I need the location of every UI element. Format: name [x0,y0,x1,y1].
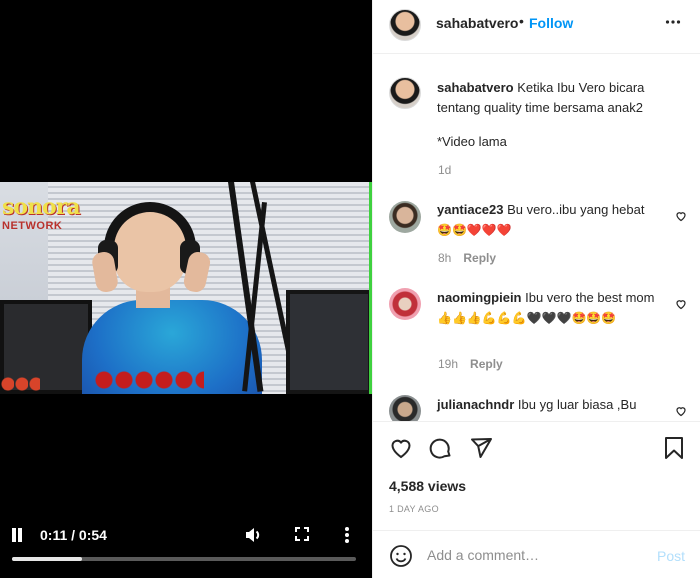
fruit-bowl [94,368,204,394]
view-count[interactable]: 4,588 views [389,478,466,494]
like-comment-icon[interactable] [675,404,687,417]
comment-username[interactable]: julianachndr [437,397,514,412]
caption-age: 1d [438,163,452,177]
time-display: 0:11 / 0:54 [40,527,107,543]
follow-button[interactable]: Follow [529,15,573,31]
comment-meta: 8h Reply [438,251,496,265]
fruit-bowl-left [0,374,40,394]
post-header: sahabatvero • Follow [373,0,700,54]
list-item: julianachndr Ibu yg luar biasa ,Bu [437,395,665,415]
monitor-right [286,290,372,394]
comment-avatar-naomingpiein[interactable] [389,288,421,320]
comment-emojis: 🤩🤩❤️❤️❤️ [437,223,512,237]
comments-list[interactable]: sahabatvero Ketika Ibu Vero bicara tenta… [373,55,700,421]
volume-icon[interactable] [244,526,262,549]
comment-age: 8h [438,251,452,265]
video-frame[interactable]: sonora NETWORK [0,182,372,394]
video-controls: 0:11 / 0:54 [0,520,372,578]
comment-meta: 19h Reply [438,357,503,371]
post-actions: 4,588 views 1 DAY AGO [373,421,700,530]
comment-emojis: 👍👍👍💪💪💪🖤🖤🖤🤩🤩🤩 [437,311,617,325]
reply-button[interactable]: Reply [470,357,503,371]
comment-username[interactable]: yantiace23 [437,202,504,217]
post-date: 1 DAY AGO [389,504,439,514]
comment-input[interactable] [427,547,647,563]
reply-button[interactable]: Reply [463,251,496,265]
caption-note: *Video lama [437,134,507,149]
person-head [114,212,186,292]
video-player[interactable]: sonora NETWORK 0:11 / 0:54 [0,0,372,578]
list-item: yantiace23 Bu vero..ibu yang hebat 🤩🤩❤️❤… [437,200,657,240]
caption-username[interactable]: sahabatvero [437,80,514,95]
caption-block: sahabatvero Ketika Ibu Vero bicara tenta… [437,78,687,152]
bookmark-icon[interactable] [663,436,685,465]
more-horizontal-icon[interactable] [665,10,681,36]
logo-sub-text: NETWORK [2,220,63,232]
comment-bubble-icon[interactable] [429,436,453,465]
header-separator: • [519,13,524,29]
fullscreen-icon[interactable] [294,526,310,547]
logo-main-text: sonora [2,194,81,220]
like-heart-icon[interactable] [389,436,413,465]
post-button[interactable]: Post [657,548,685,564]
comment-age: 19h [438,357,459,371]
pause-icon[interactable] [10,528,24,542]
video-progress-fill [12,557,83,561]
share-send-icon[interactable] [469,436,493,465]
comment-avatar-yantiace23[interactable] [389,201,421,233]
comment-text: Bu vero..ibu yang hebat [507,202,645,217]
list-item: naomingpiein Ibu vero the best mom 👍👍👍💪💪… [437,288,665,328]
comment-text: Ibu vero the best mom [525,290,655,305]
post-panel: sahabatvero • Follow sahabatvero Ketika … [372,0,700,578]
like-comment-icon[interactable] [675,297,687,310]
video-progress-bar[interactable] [12,557,356,561]
station-logo: sonora NETWORK [0,188,81,232]
comment-username[interactable]: naomingpiein [437,290,522,305]
comment-text: Ibu yg luar biasa ,Bu [517,397,637,412]
header-username[interactable]: sahabatvero [436,15,518,31]
caption-avatar[interactable] [389,77,421,109]
add-comment-bar: Post [373,530,700,578]
like-comment-icon[interactable] [675,209,687,222]
avatar[interactable] [389,9,421,41]
comment-avatar-julianachndr[interactable] [389,395,421,421]
emoji-icon[interactable] [389,544,413,573]
video-more-icon[interactable] [343,526,351,549]
